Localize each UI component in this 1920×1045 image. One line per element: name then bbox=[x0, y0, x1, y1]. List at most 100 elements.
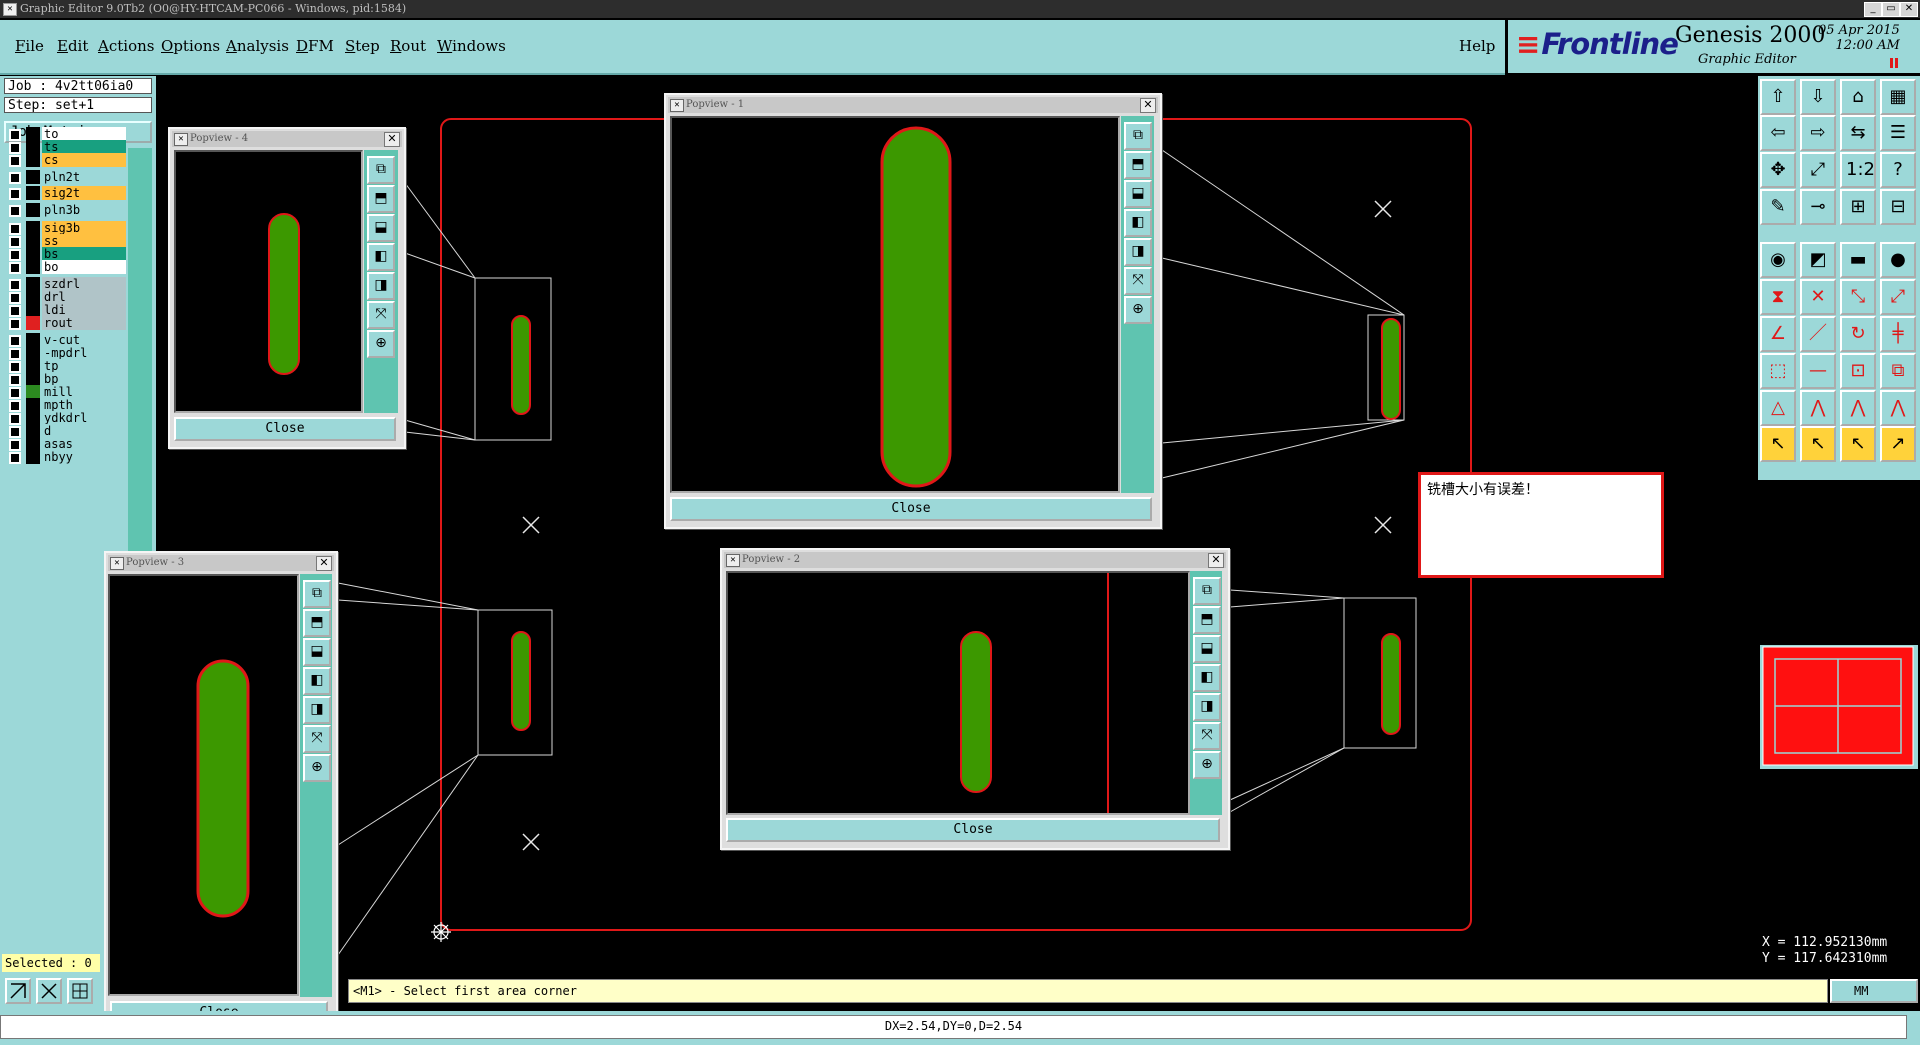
layer-checkbox[interactable] bbox=[9, 262, 21, 274]
move-up-icon[interactable]: ⇧ bbox=[1760, 79, 1796, 115]
pan-left-icon[interactable]: ◧ bbox=[1193, 664, 1221, 692]
layer-color-swatch[interactable] bbox=[26, 127, 40, 141]
layer-name[interactable]: ldi bbox=[42, 303, 126, 317]
popview-3-close-icon[interactable]: ✕ bbox=[316, 556, 332, 571]
zoom-icon[interactable]: ⤢ bbox=[1800, 152, 1836, 188]
pan-icon[interactable]: ✥ bbox=[1760, 152, 1796, 188]
layer-row[interactable]: -mpdrl bbox=[4, 346, 126, 360]
box-icon[interactable]: ⬚ bbox=[1760, 353, 1796, 389]
layer-color-swatch[interactable] bbox=[26, 450, 40, 464]
zoom-home-icon[interactable]: ⤧ bbox=[303, 725, 331, 753]
board-overview[interactable] bbox=[1760, 645, 1918, 769]
menu-windows[interactable]: Windows bbox=[437, 37, 506, 55]
popview-2-canvas[interactable] bbox=[726, 571, 1190, 815]
layer-color-swatch[interactable] bbox=[26, 398, 40, 412]
pan-left-icon[interactable]: ◧ bbox=[1124, 209, 1152, 237]
layer-color-swatch[interactable] bbox=[26, 290, 40, 304]
mirror-icon[interactable]: ╪ bbox=[1880, 316, 1916, 352]
minimize-button[interactable]: _ bbox=[1864, 2, 1882, 17]
pan-left-icon[interactable]: ◧ bbox=[367, 243, 395, 271]
zoom-home-icon[interactable]: ⤧ bbox=[1193, 722, 1221, 750]
popview-2[interactable]: Popview - 2 ✕ ✕ ⧉ ⬒ ⬓ ◧ ◨ ⤧ ⊕ Close bbox=[720, 548, 1230, 850]
triangle-icon[interactable]: △ bbox=[1760, 390, 1796, 426]
move-down-icon[interactable]: ⇩ bbox=[1800, 79, 1836, 115]
fit-icon[interactable]: ⊕ bbox=[1193, 751, 1221, 779]
layer-color-swatch[interactable] bbox=[26, 359, 40, 373]
corner-icon[interactable]: ◩ bbox=[1800, 242, 1836, 278]
pointer3-icon[interactable]: ↖ bbox=[1840, 426, 1876, 462]
layer-color-swatch[interactable] bbox=[26, 153, 40, 167]
menu-edit[interactable]: Edit bbox=[57, 37, 88, 55]
pan-right-icon[interactable]: ◨ bbox=[303, 696, 331, 724]
menu-rout[interactable]: Rout bbox=[390, 37, 426, 55]
move-left-icon[interactable]: ⇦ bbox=[1760, 115, 1796, 151]
layer-row[interactable]: pln3b bbox=[4, 203, 126, 217]
layer-color-swatch[interactable] bbox=[26, 247, 40, 261]
delete-icon[interactable]: ✕ bbox=[1800, 279, 1836, 315]
layer-row[interactable]: ydkdrl bbox=[4, 411, 126, 425]
zoom-window-icon[interactable]: ⧉ bbox=[303, 580, 331, 608]
edit-icon[interactable]: ✎ bbox=[1760, 189, 1796, 225]
layer-add-icon[interactable]: ⊞ bbox=[1840, 189, 1876, 225]
zoom-in-icon[interactable]: ⬒ bbox=[303, 609, 331, 637]
arc-icon[interactable]: ⋀ bbox=[1800, 390, 1836, 426]
pan-right-icon[interactable]: ◨ bbox=[1124, 238, 1152, 266]
layer-row[interactable]: bs bbox=[4, 247, 126, 261]
layer-color-swatch[interactable] bbox=[26, 170, 40, 184]
probe-icon[interactable]: ⊸ bbox=[1800, 189, 1836, 225]
pan-right-icon[interactable]: ◨ bbox=[367, 272, 395, 300]
close-window-button[interactable]: ✕ bbox=[1900, 2, 1918, 17]
layer-row[interactable]: nbyy bbox=[4, 450, 126, 464]
menu-analysis[interactable]: Analysis bbox=[226, 37, 289, 55]
popview-3[interactable]: Popview - 3 ✕ ✕ ⧉⬒⬓◧◨⤧⊕ Close bbox=[104, 551, 338, 1033]
layer-name[interactable]: szdrl bbox=[42, 277, 126, 291]
arc3-icon[interactable]: ⋀ bbox=[1880, 390, 1916, 426]
layer-name[interactable]: ss bbox=[42, 234, 126, 248]
layer-color-swatch[interactable] bbox=[26, 203, 40, 217]
layer-color-swatch[interactable] bbox=[26, 437, 40, 451]
zoom-out-icon[interactable]: ⬓ bbox=[367, 214, 395, 242]
layer-color-swatch[interactable] bbox=[26, 186, 40, 200]
layer-row[interactable]: d bbox=[4, 424, 126, 438]
popview-4-close-button[interactable]: Close bbox=[174, 417, 396, 441]
zoom-in-icon[interactable]: ⬒ bbox=[1124, 151, 1152, 179]
zoom-home-icon[interactable]: ⤧ bbox=[367, 301, 395, 329]
connect-icon[interactable]: ⧗ bbox=[1760, 279, 1796, 315]
grid-view-icon[interactable]: ▦ bbox=[1880, 79, 1916, 115]
layer-row[interactable]: v-cut bbox=[4, 333, 126, 347]
layer-color-swatch[interactable] bbox=[26, 234, 40, 248]
layer-color-swatch[interactable] bbox=[26, 221, 40, 235]
layer-row[interactable]: szdrl bbox=[4, 277, 126, 291]
layer-row[interactable]: rout bbox=[4, 316, 126, 330]
layer-color-swatch[interactable] bbox=[26, 346, 40, 360]
layer-name[interactable]: bo bbox=[42, 260, 126, 274]
popview-1-close-icon[interactable]: ✕ bbox=[1140, 98, 1156, 113]
layer-name[interactable]: asas bbox=[42, 437, 126, 451]
layer-color-swatch[interactable] bbox=[26, 303, 40, 317]
layer-name[interactable]: pln3b bbox=[42, 203, 126, 217]
layer-checkbox[interactable] bbox=[9, 452, 21, 464]
slash-icon[interactable]: ／ bbox=[1800, 316, 1836, 352]
layer-name[interactable]: tp bbox=[42, 359, 126, 373]
layer-row[interactable]: ts bbox=[4, 140, 126, 154]
layer-color-swatch[interactable] bbox=[26, 316, 40, 330]
layer-checkbox[interactable] bbox=[9, 205, 21, 217]
layer-name[interactable]: bs bbox=[42, 247, 126, 261]
layer-color-swatch[interactable] bbox=[26, 333, 40, 347]
layer-name[interactable]: -mpdrl bbox=[42, 346, 126, 360]
maximize-button[interactable]: ▭ bbox=[1882, 2, 1900, 17]
zoom-out-icon[interactable]: ⬓ bbox=[303, 638, 331, 666]
line-icon[interactable]: ▬ bbox=[1840, 242, 1876, 278]
layer-row[interactable]: tp bbox=[4, 359, 126, 373]
menu-actions[interactable]: Actions bbox=[98, 37, 154, 55]
popview-2-close-icon[interactable]: ✕ bbox=[1208, 553, 1224, 568]
layer-row[interactable]: sig2t bbox=[4, 186, 126, 200]
menu-file[interactable]: File bbox=[15, 37, 44, 55]
pointer4-icon[interactable]: ↗ bbox=[1880, 426, 1916, 462]
layer-row[interactable]: ldi bbox=[4, 303, 126, 317]
zoom-window-icon[interactable]: ⧉ bbox=[1124, 122, 1152, 150]
layer-row[interactable]: to bbox=[4, 127, 126, 141]
layer-name[interactable]: to bbox=[42, 127, 126, 141]
layer-color-swatch[interactable] bbox=[26, 424, 40, 438]
grid-icon[interactable] bbox=[67, 978, 93, 1004]
